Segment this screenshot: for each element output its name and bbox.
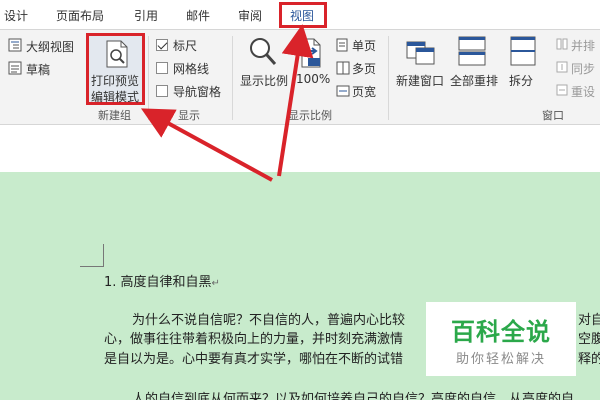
doc-paragraph-line: 心，做事往往带着积极向上的力量，并时刻充满激情 <box>104 332 404 347</box>
sync-scroll-button[interactable]: 同步 <box>571 60 595 77</box>
doc-heading: 1. 高度自律和自黑↵ <box>104 275 220 290</box>
one-page-button[interactable]: 单页 <box>352 37 376 54</box>
ruler-label: 标尺 <box>173 39 198 53</box>
multi-page-icon <box>336 61 350 78</box>
reset-position-icon <box>556 84 568 99</box>
nav-pane-label: 导航窗格 <box>173 85 222 99</box>
print-preview-button[interactable]: 打印预览 编辑模式 <box>86 33 145 105</box>
doc-paragraph-line: 人的自信到底从何而来？以及如何培养自己的自信？高度的自信，从高度的自 <box>132 392 575 400</box>
ruler-area <box>0 126 600 172</box>
group-label-window: 窗口 <box>542 109 564 122</box>
doc-paragraph-line-tail: 对自己 <box>578 313 600 328</box>
group-separator <box>388 36 389 120</box>
ruler-checkbox[interactable] <box>156 39 168 51</box>
side-by-side-button[interactable]: 并排 <box>571 37 595 54</box>
nav-pane-checkbox[interactable] <box>156 85 168 97</box>
outline-view-icon <box>8 38 22 55</box>
doc-paragraph-line-tail: 空腹自 <box>578 332 600 347</box>
watermark-subtitle: 助你轻松解决 <box>455 352 546 367</box>
sync-scroll-icon <box>556 61 568 76</box>
gridlines-checkbox[interactable] <box>156 62 168 74</box>
split-button[interactable]: 拆分 <box>509 72 533 89</box>
split-icon <box>510 36 536 69</box>
draft-button[interactable]: 草稿 <box>26 61 50 78</box>
tab-page-layout[interactable]: 页面布局 <box>56 0 104 30</box>
print-preview-label-line1: 打印预览 <box>91 74 140 88</box>
tab-view-highlight <box>279 2 327 28</box>
ribbon-tab-bar: 设计 页面布局 引用 邮件 审阅 视图 <box>0 0 600 30</box>
multi-page-button[interactable]: 多页 <box>352 60 376 77</box>
gridlines-label: 网格线 <box>173 62 210 76</box>
group-label-zoom: 显示比例 <box>288 109 332 122</box>
page-width-icon <box>336 84 350 101</box>
zoom-magnifier-icon <box>248 36 278 71</box>
watermark-title: 百科全说 <box>451 318 551 346</box>
margin-corner-mark <box>80 266 104 267</box>
paragraph-mark-icon: ↵ <box>211 278 220 289</box>
side-by-side-icon <box>556 38 568 53</box>
group-separator <box>232 36 233 120</box>
page-width-button[interactable]: 页宽 <box>352 83 376 100</box>
new-window-icon <box>406 36 436 69</box>
doc-paragraph-line-tail: 释的那 <box>578 352 600 367</box>
doc-paragraph-line: 是自以为是。心中要有真才实学，哪怕在不断的试错 <box>104 352 404 367</box>
tab-references[interactable]: 引用 <box>134 0 158 30</box>
arrange-all-icon <box>458 36 486 69</box>
one-page-icon <box>336 38 348 55</box>
outline-view-button[interactable]: 大纲视图 <box>26 38 74 55</box>
zoom-button[interactable]: 显示比例 <box>240 72 288 89</box>
print-preview-icon <box>105 40 129 71</box>
zoom-100-icon <box>300 38 322 71</box>
group-label-show: 显示 <box>178 109 200 122</box>
doc-paragraph-line: 为什么不说自信呢？不自信的人，普遍内心比较 <box>132 313 406 328</box>
margin-corner-mark <box>103 244 104 267</box>
group-separator <box>148 36 149 120</box>
tab-review[interactable]: 审阅 <box>238 0 262 30</box>
draft-icon <box>8 61 22 78</box>
tab-mailings[interactable]: 邮件 <box>186 0 210 30</box>
tab-design[interactable]: 设计 <box>4 0 28 30</box>
group-label-new-group: 新建组 <box>98 109 131 122</box>
ribbon: 大纲视图 草稿 打印预览 编辑模式 新建组 标尺 网格线 导航窗格 显示 显示比… <box>0 30 600 125</box>
arrange-all-button[interactable]: 全部重排 <box>450 72 498 89</box>
watermark-logo: 百科全说 助你轻松解决 <box>426 302 576 376</box>
new-window-button[interactable]: 新建窗口 <box>396 72 444 89</box>
print-preview-label-line2: 编辑模式 <box>91 90 140 104</box>
zoom-100-button[interactable]: 100% <box>296 72 330 86</box>
reset-position-button[interactable]: 重设 <box>571 83 595 100</box>
